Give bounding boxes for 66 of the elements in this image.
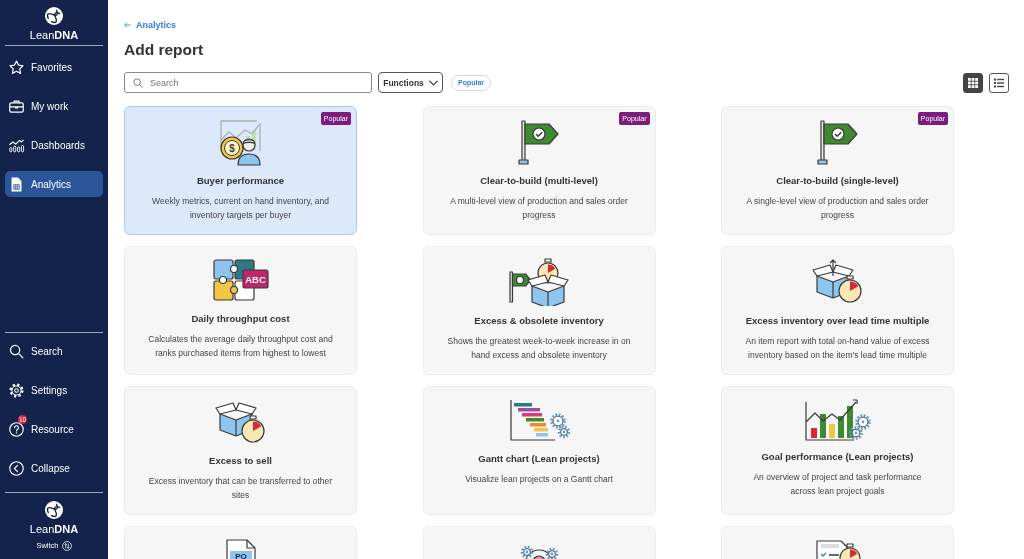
- card-description: A single-level view of production and sales order progress: [745, 195, 930, 222]
- checklist-stopwatch-icon: [815, 540, 861, 559]
- nav-item[interactable]: My work: [5, 93, 103, 119]
- card-title: Daily throughput cost: [191, 313, 290, 325]
- search-icon: [8, 342, 25, 360]
- logo-text: LeanDNA: [29, 29, 79, 41]
- card-title: Clear-to-build (single-level): [776, 175, 899, 187]
- report-card[interactable]: Excess inventory over lead time multiple An item report with total on-hand value of excess inventory based on the item's lead time multiple: [721, 246, 954, 375]
- person-icon: [236, 138, 261, 166]
- gears-circle-icon: [520, 545, 559, 559]
- functions-dropdown[interactable]: Functions: [378, 72, 443, 93]
- chevron-left-circle-icon: [8, 459, 25, 477]
- flag-box-stopwatch-icon: [509, 258, 569, 306]
- card-title: Excess inventory over lead time multiple: [745, 315, 930, 327]
- card-description: Shows the greatest week-to-week increase in on hand excess and obsolete inventory: [446, 335, 632, 362]
- nav-item[interactable]: Search: [5, 338, 103, 364]
- search-field[interactable]: Search: [124, 72, 372, 93]
- gantt-gears-icon: [510, 399, 570, 441]
- report-card[interactable]: ABC Daily throughput cost Calculates the average daily throughput cost and ranks purchased items from highest to lowest: [124, 246, 357, 375]
- bar-chart-gears-icon: [804, 399, 871, 441]
- arrow-left-icon: [124, 22, 131, 28]
- nav-item[interactable]: Collapse: [5, 455, 103, 481]
- grid-icon: [968, 77, 978, 88]
- swap-arrows-icon: [61, 541, 72, 551]
- nav-item[interactable]: Settings: [5, 377, 103, 403]
- search-icon: [133, 77, 143, 88]
- report-card[interactable]: PO: [124, 526, 357, 559]
- nav-item[interactable]: Analytics: [5, 171, 103, 197]
- card-description: Calculates the average daily throughput cost and ranks purchased items from highest to lowest: [147, 333, 334, 360]
- text-tag: ABC: [241, 269, 269, 289]
- report-card[interactable]: Excess & obsolete inventory Shows the greatest week-to-week increase in on hand excess and obsolete inventory: [422, 246, 656, 375]
- grid-view-button[interactable]: [963, 72, 983, 93]
- report-card[interactable]: Gantt chart (Lean projects) Visualize lean projects on a Gantt chart: [422, 386, 656, 515]
- box-stopwatch-icon: [214, 402, 265, 443]
- nav-item[interactable]: Dashboards: [5, 132, 103, 158]
- logo-icon: [45, 7, 63, 25]
- nav-item[interactable]: Favorites: [5, 54, 103, 80]
- card-title: Buyer performance: [196, 175, 285, 187]
- card-title: Excess to sell: [209, 455, 272, 467]
- back-link[interactable]: Analytics: [124, 19, 177, 31]
- flag-check-icon: [816, 120, 858, 165]
- report-card[interactable]: Goal performance (Lean projects) An overview of project and task performance across lean project goals: [721, 386, 954, 515]
- card-description: An overview of project and task performance across lean project goals: [752, 471, 923, 498]
- card-title: Gantt chart (Lean projects): [478, 453, 600, 465]
- help-icon: [8, 420, 25, 438]
- list-icon: [994, 77, 1004, 88]
- card-title: Clear-to-build (multi-level): [480, 175, 598, 187]
- star-icon: [8, 58, 25, 76]
- card-description: A multi-level view of production and sales order progress: [449, 195, 629, 222]
- list-view-button[interactable]: [989, 72, 1009, 93]
- report-card[interactable]: Excess to sell Excess inventory that can be transferred to other sites: [124, 386, 357, 515]
- dollar-coin-icon: $: [219, 136, 244, 160]
- card-description: Weekly metrics, current on hand inventory, and inventory targets per buyer: [151, 195, 330, 222]
- card-description: Excess inventory that can be transferred to other sites: [147, 475, 334, 502]
- box-arrow-stopwatch-icon: [811, 259, 862, 303]
- settings-icon: [8, 381, 25, 399]
- card-description: An item report with total on-hand value of excess inventory based on the item's lead time multiple: [744, 335, 931, 362]
- caret-down-icon: [428, 79, 438, 86]
- card-title: Goal performance (Lean projects): [761, 451, 914, 463]
- page-title: Add report: [124, 40, 205, 60]
- document-icon: PO: [225, 539, 256, 559]
- flag-check-icon: [518, 120, 559, 165]
- card-description: Visualize lean projects on a Gantt chart: [465, 473, 613, 486]
- card-title: Excess & obsolete inventory: [474, 315, 604, 327]
- logo-text: LeanDNA: [29, 523, 79, 535]
- logo-icon: [45, 501, 63, 519]
